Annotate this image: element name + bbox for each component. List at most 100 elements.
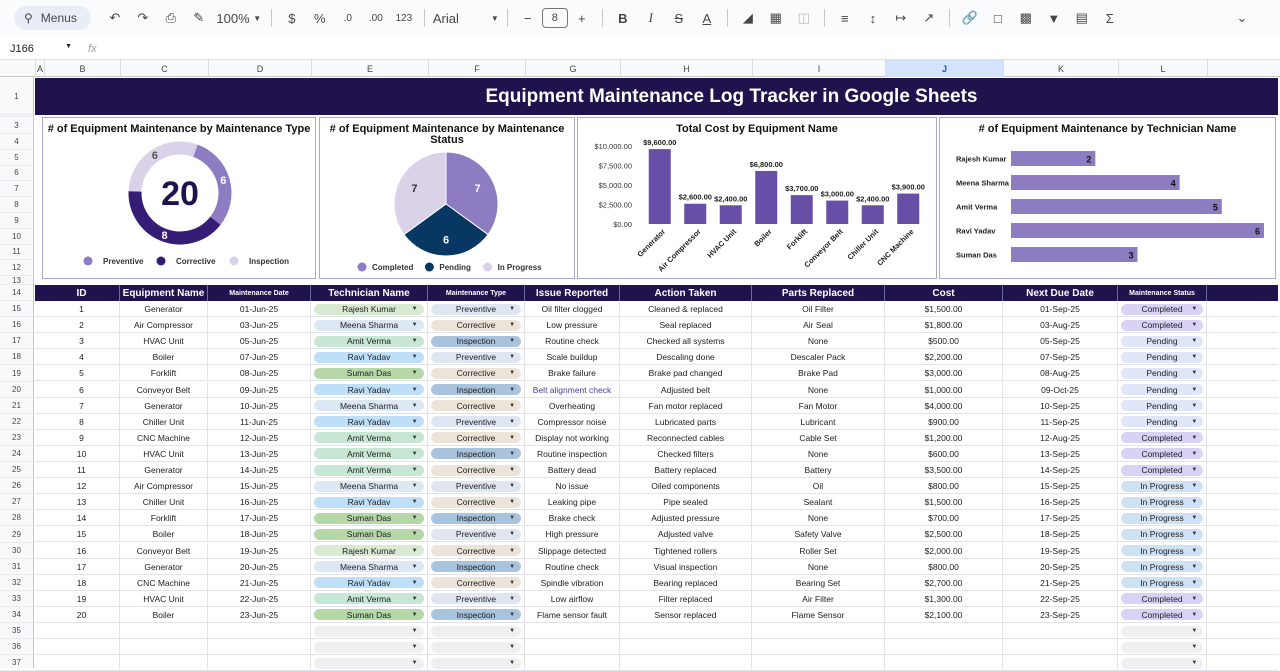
cell-next-due-date[interactable]: 15-Sep-25 (1003, 478, 1118, 495)
cell-cost[interactable]: $1,300.00 (885, 590, 1003, 607)
cell-issue-reported[interactable]: Slippage detected (525, 542, 620, 559)
cell-equipment-name[interactable]: CNC Machine (120, 429, 208, 446)
dropdown-chip[interactable]: Corrective ▼ (430, 464, 522, 476)
cell-issue-reported[interactable]: Low airflow (525, 590, 620, 607)
dropdown-chip[interactable]: ▼ (314, 625, 424, 637)
cell-empty[interactable] (120, 655, 208, 671)
cell-issue-reported[interactable]: Routine check (525, 333, 620, 350)
cell-cost[interactable]: $1,500.00 (885, 301, 1003, 317)
currency-button[interactable]: $ (280, 6, 304, 30)
row-header-10[interactable]: 10 (0, 229, 33, 245)
cell-parts-replaced[interactable]: Bearing Set (752, 574, 885, 591)
cell-empty[interactable] (620, 623, 752, 639)
cell-id[interactable]: 18 (44, 574, 120, 591)
menus-search[interactable]: ⚲ Menus (14, 6, 91, 30)
dropdown-chip[interactable]: Inspection ▼ (430, 561, 522, 573)
dropdown-chip[interactable]: Inspection ▼ (430, 335, 522, 347)
cell-cost[interactable]: $2,000.00 (885, 542, 1003, 559)
row-header-30[interactable]: 30 (0, 543, 33, 559)
increase-decimal-button[interactable]: .00 (364, 6, 388, 30)
text-wrapping-icon[interactable]: ↦ (889, 6, 913, 30)
dropdown-chip[interactable]: Pending ▼ (1120, 416, 1204, 428)
cell-cost[interactable]: $700.00 (885, 510, 1003, 527)
cell-empty[interactable] (1003, 623, 1118, 639)
cell-maintenance-status[interactable]: Completed ▼ (1118, 462, 1207, 478)
cell-action-taken[interactable]: Battery replaced (620, 462, 752, 478)
cell-parts-replaced[interactable]: Lubricant (752, 413, 885, 430)
cell-equipment-name[interactable]: Chiller Unit (120, 494, 208, 511)
cell-maintenance-status[interactable]: In Progress ▼ (1118, 510, 1207, 527)
dropdown-chip[interactable]: In Progress ▼ (1120, 480, 1204, 492)
cell-maintenance-date[interactable]: 13-Jun-25 (208, 445, 311, 462)
text-rotation-icon[interactable]: ↗ (917, 6, 941, 30)
cell-issue-reported[interactable]: Low pressure (525, 317, 620, 334)
cell-id[interactable]: 4 (44, 349, 120, 366)
column-header-C[interactable]: C (120, 60, 208, 77)
cell-technician-name[interactable]: Ravi Yadav ▼ (311, 574, 428, 591)
cell-parts-replaced[interactable]: Sealant (752, 494, 885, 511)
cell-maintenance-date[interactable]: 03-Jun-25 (208, 317, 311, 334)
cell-technician-name[interactable]: Amit Verma ▼ (311, 445, 428, 462)
cell-technician-name[interactable]: Meena Sharma ▼ (311, 317, 428, 334)
cell-maintenance-date[interactable]: 05-Jun-25 (208, 333, 311, 350)
column-header-G[interactable]: G (525, 60, 620, 77)
dropdown-chip[interactable]: Corrective ▼ (430, 545, 522, 556)
cell-technician-name[interactable]: Suman Das ▼ (311, 526, 428, 543)
cell-parts-replaced[interactable]: Fan Motor (752, 397, 885, 414)
cell-maintenance-status[interactable]: Completed ▼ (1118, 590, 1207, 607)
dropdown-chip[interactable]: Corrective ▼ (430, 577, 522, 589)
cell-action-taken[interactable]: Fan motor replaced (620, 397, 752, 414)
cell-maintenance-type[interactable]: Preventive ▼ (428, 526, 525, 543)
cell-maintenance-type[interactable]: Corrective ▼ (428, 317, 525, 334)
cell-maintenance-date[interactable]: 11-Jun-25 (208, 413, 311, 430)
cell-maintenance-type[interactable]: Preventive ▼ (428, 301, 525, 317)
cell-maintenance-date[interactable]: 16-Jun-25 (208, 494, 311, 511)
cell-maintenance-date[interactable]: 12-Jun-25 (208, 429, 311, 446)
cell-maintenance-date[interactable]: 22-Jun-25 (208, 590, 311, 607)
cell-issue-reported[interactable]: Brake check (525, 510, 620, 527)
row-header-5[interactable]: 5 (0, 150, 33, 166)
cell-action-taken[interactable]: Adjusted pressure (620, 510, 752, 527)
italic-icon[interactable]: I (639, 6, 663, 30)
cell-technician-name[interactable]: Rajesh Kumar ▼ (311, 542, 428, 559)
cell-empty[interactable]: ▼ (428, 639, 525, 656)
cell-maintenance-status[interactable]: In Progress ▼ (1118, 478, 1207, 495)
cell-maintenance-type[interactable]: Inspection ▼ (428, 558, 525, 575)
cell-equipment-name[interactable]: CNC Machine (120, 574, 208, 591)
cell-equipment-name[interactable]: Air Compressor (120, 478, 208, 495)
cell-equipment-name[interactable]: Generator (120, 301, 208, 317)
cell-id[interactable]: 7 (44, 397, 120, 414)
dropdown-chip[interactable]: Suman Das ▼ (314, 609, 424, 621)
merge-cells-icon[interactable]: ◫ (792, 6, 816, 30)
row-header-29[interactable]: 29 (0, 527, 33, 543)
cell-issue-reported[interactable]: High pressure (525, 526, 620, 543)
dropdown-chip[interactable]: In Progress ▼ (1120, 545, 1204, 556)
cell-parts-replaced[interactable]: Descaler Pack (752, 349, 885, 366)
cell-technician-name[interactable]: Meena Sharma ▼ (311, 558, 428, 575)
cell-parts-replaced[interactable]: Flame Sensor (752, 606, 885, 623)
cell-next-due-date[interactable]: 21-Sep-25 (1003, 574, 1118, 591)
dropdown-chip[interactable]: Completed ▼ (1120, 464, 1204, 476)
cell-parts-replaced[interactable]: Brake Pad (752, 365, 885, 382)
cell-action-taken[interactable]: Cleaned & replaced (620, 301, 752, 317)
row-header-25[interactable]: 25 (0, 462, 33, 479)
dropdown-chip[interactable]: ▼ (1120, 625, 1204, 637)
dropdown-chip[interactable]: Preventive ▼ (430, 351, 522, 363)
dropdown-chip[interactable]: Pending ▼ (1120, 335, 1204, 347)
dropdown-chip[interactable]: Pending ▼ (1120, 351, 1204, 363)
cell-maintenance-type[interactable]: Inspection ▼ (428, 606, 525, 623)
cell-technician-name[interactable]: Amit Verma ▼ (311, 333, 428, 350)
dropdown-chip[interactable]: In Progress ▼ (1120, 512, 1204, 524)
cell-maintenance-status[interactable]: Pending ▼ (1118, 365, 1207, 382)
dropdown-chip[interactable]: ▼ (430, 625, 522, 637)
cell-technician-name[interactable]: Amit Verma ▼ (311, 590, 428, 607)
cell-next-due-date[interactable]: 22-Sep-25 (1003, 590, 1118, 607)
dropdown-chip[interactable]: In Progress ▼ (1120, 577, 1204, 589)
row-header-13[interactable]: 13 (0, 276, 33, 285)
cell-maintenance-status[interactable]: Pending ▼ (1118, 413, 1207, 430)
cell-equipment-name[interactable]: Air Compressor (120, 317, 208, 334)
cell-next-due-date[interactable]: 09-Oct-25 (1003, 381, 1118, 398)
cell-equipment-name[interactable]: Forklift (120, 510, 208, 527)
cell-issue-reported[interactable]: Oil filter clogged (525, 301, 620, 317)
decrease-font-size-icon[interactable]: − (516, 6, 540, 30)
